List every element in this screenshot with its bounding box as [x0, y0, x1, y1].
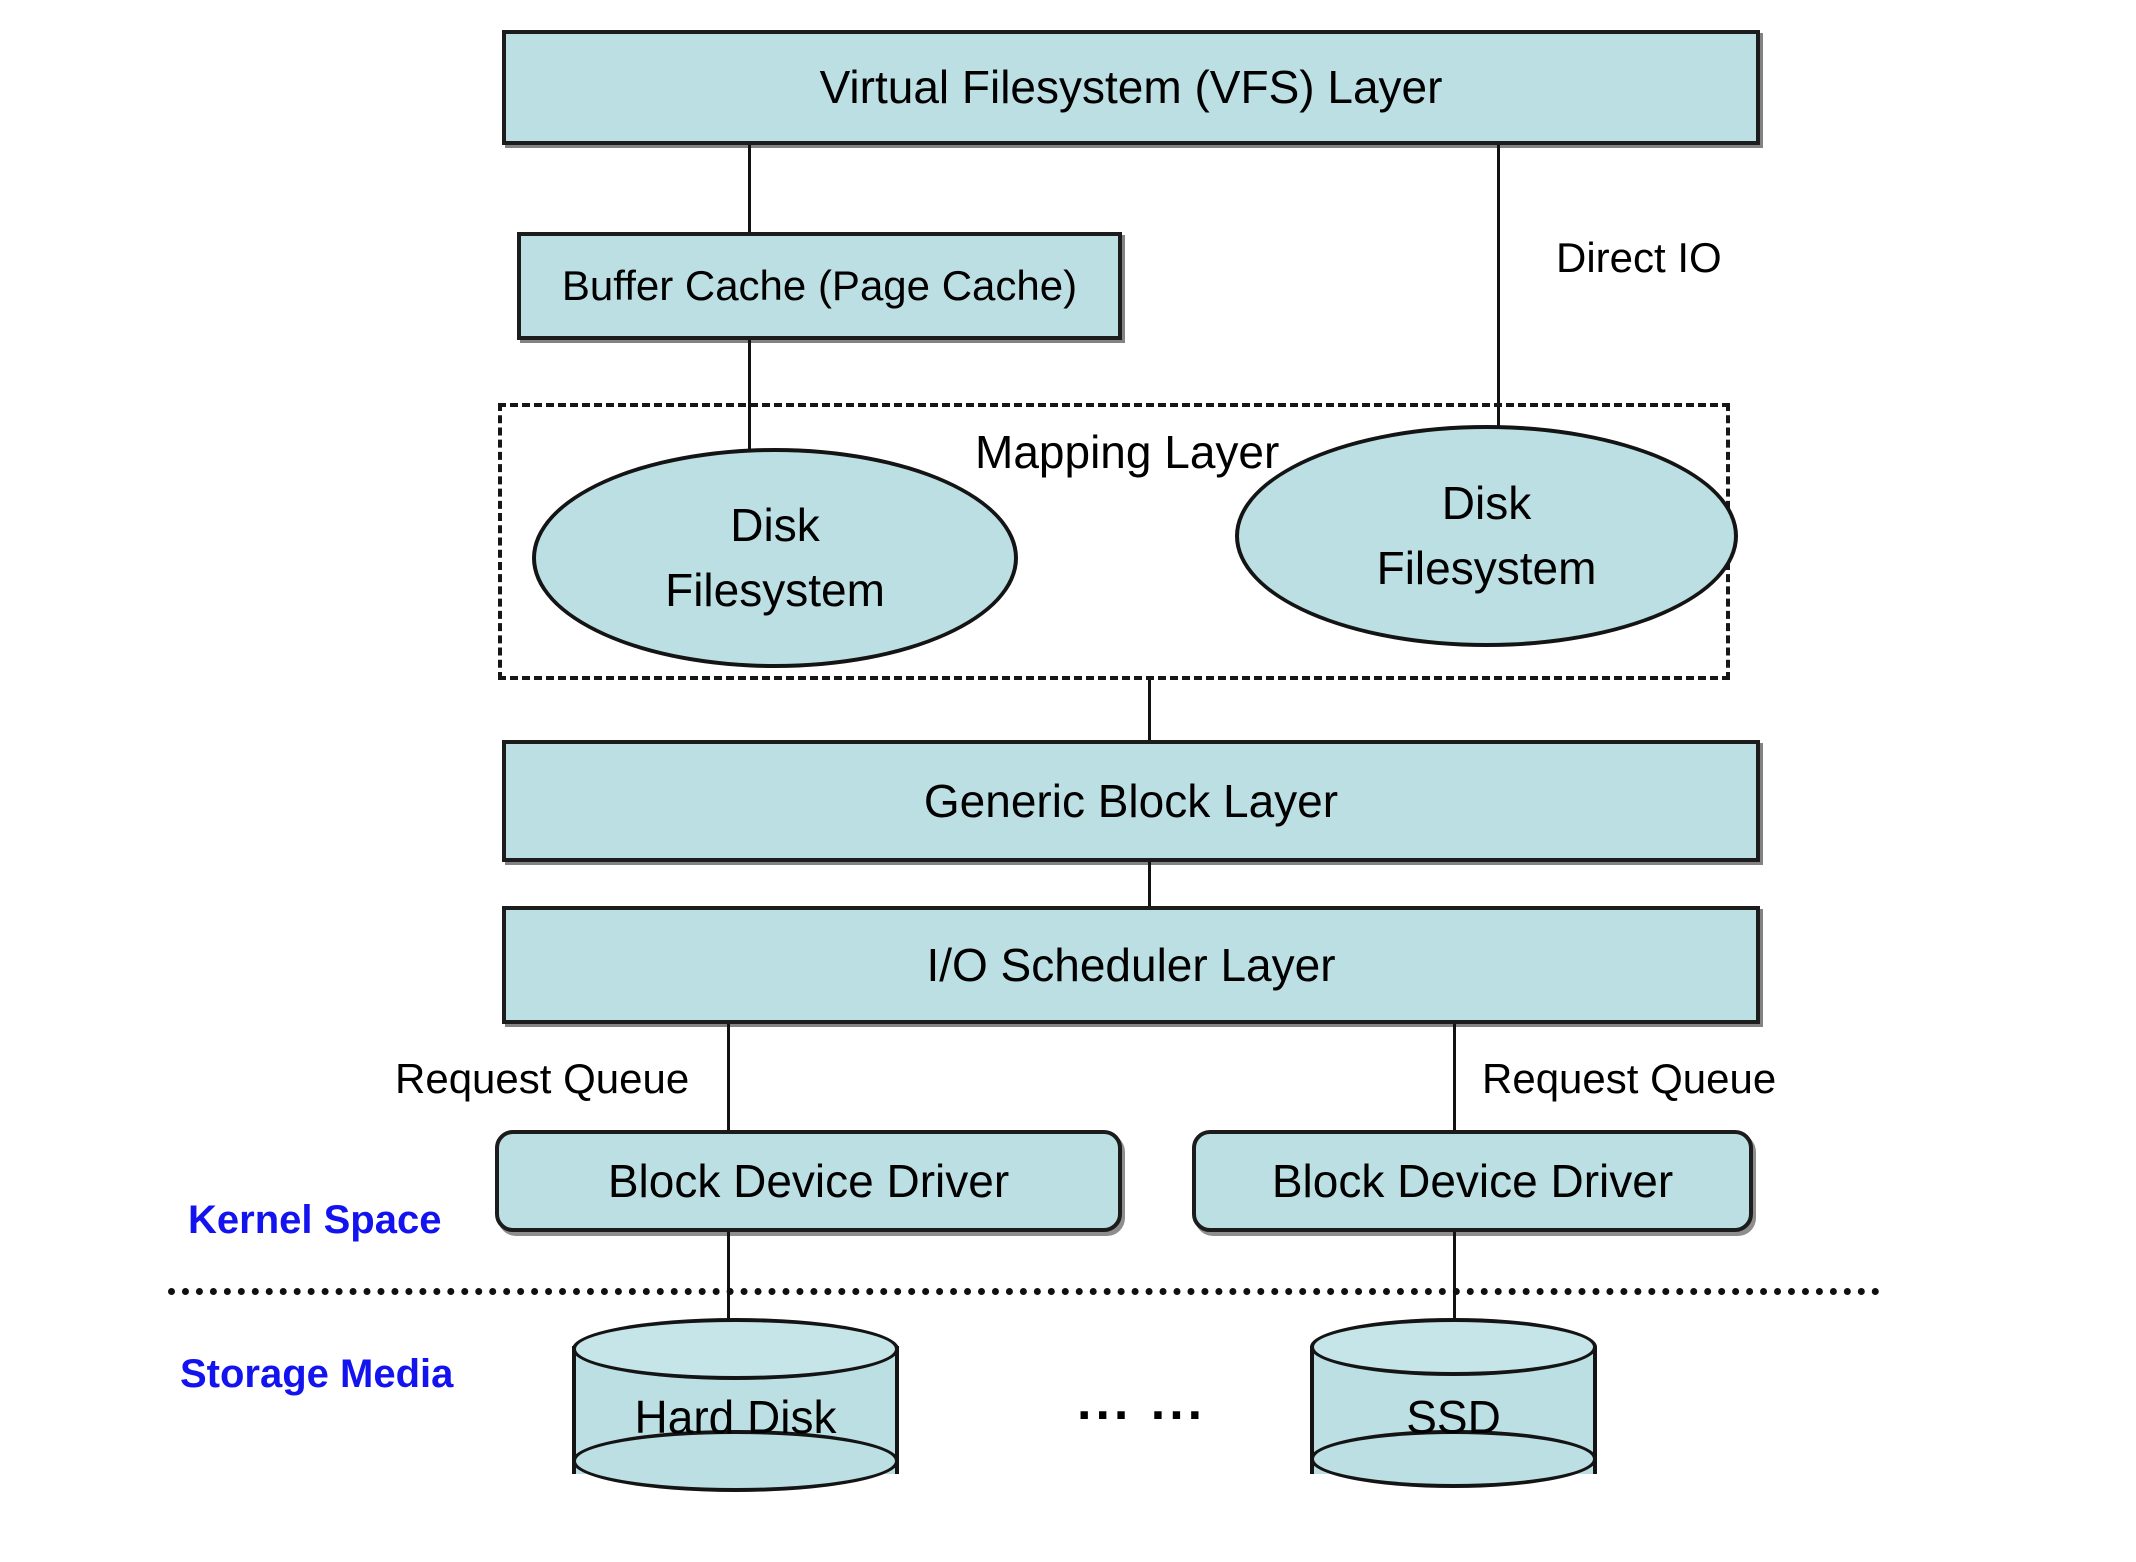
- hard-disk-top-ellipse: [572, 1318, 899, 1380]
- connector-driver-right-to-ssd: [1453, 1232, 1456, 1324]
- edge-label-request-queue-left: Request Queue: [395, 1055, 690, 1102]
- connector-vfs-to-buffer-cache: [748, 145, 751, 235]
- node-vfs-layer: Virtual Filesystem (VFS) Layer: [502, 30, 1760, 145]
- node-generic-block-layer: Generic Block Layer: [502, 740, 1760, 862]
- connector-generic-block-to-io-scheduler: [1148, 862, 1151, 908]
- node-vfs-layer-label: Virtual Filesystem (VFS) Layer: [819, 61, 1443, 114]
- node-disk-filesystem-left-line1: Disk: [730, 498, 820, 551]
- node-block-device-driver-right-label: Block Device Driver: [1271, 1154, 1674, 1207]
- node-generic-block-layer-label: Generic Block Layer: [923, 774, 1339, 827]
- connector-io-scheduler-to-driver-right: [1453, 1024, 1456, 1134]
- node-ssd: SSD: [1310, 1318, 1597, 1500]
- node-buffer-cache-label: Buffer Cache (Page Cache): [561, 261, 1078, 309]
- node-block-device-driver-left-label: Block Device Driver: [607, 1154, 1010, 1207]
- node-buffer-cache: Buffer Cache (Page Cache): [517, 232, 1122, 340]
- kernel-storage-separator: [168, 1288, 1880, 1295]
- node-io-scheduler-layer: I/O Scheduler Layer: [502, 906, 1760, 1024]
- node-disk-filesystem-right-line1: Disk: [1441, 476, 1532, 529]
- node-mapping-layer-label: Mapping Layer: [975, 426, 1280, 478]
- zone-label-kernel-space: Kernel Space: [188, 1198, 442, 1242]
- node-disk-filesystem-right: Disk Filesystem: [1235, 425, 1738, 647]
- block-io-diagram: Virtual Filesystem (VFS) Layer Direct IO…: [0, 0, 2136, 1562]
- connector-driver-left-to-hard-disk: [727, 1232, 730, 1324]
- node-disk-filesystem-left-line2: Filesystem: [665, 564, 885, 616]
- edge-label-direct-io: Direct IO: [1556, 234, 1722, 281]
- connector-io-scheduler-to-driver-left: [727, 1024, 730, 1134]
- node-block-device-driver-left: Block Device Driver: [495, 1130, 1122, 1232]
- node-disk-filesystem-right-line2: Filesystem: [1376, 542, 1597, 594]
- node-ssd-label: SSD: [1406, 1391, 1501, 1443]
- edge-label-request-queue-right: Request Queue: [1482, 1055, 1777, 1102]
- zone-label-storage-media: Storage Media: [180, 1352, 454, 1396]
- node-hard-disk-label: Hard Disk: [634, 1391, 837, 1443]
- node-hard-disk: Hard Disk: [572, 1318, 899, 1500]
- connector-mapping-to-generic-block: [1148, 680, 1151, 742]
- node-ellipsis: ... ...: [1077, 1373, 1207, 1431]
- node-disk-filesystem-left: Disk Filesystem: [532, 448, 1018, 668]
- node-io-scheduler-layer-label: I/O Scheduler Layer: [926, 938, 1336, 991]
- ssd-top-ellipse: [1310, 1318, 1597, 1376]
- node-block-device-driver-right: Block Device Driver: [1192, 1130, 1753, 1232]
